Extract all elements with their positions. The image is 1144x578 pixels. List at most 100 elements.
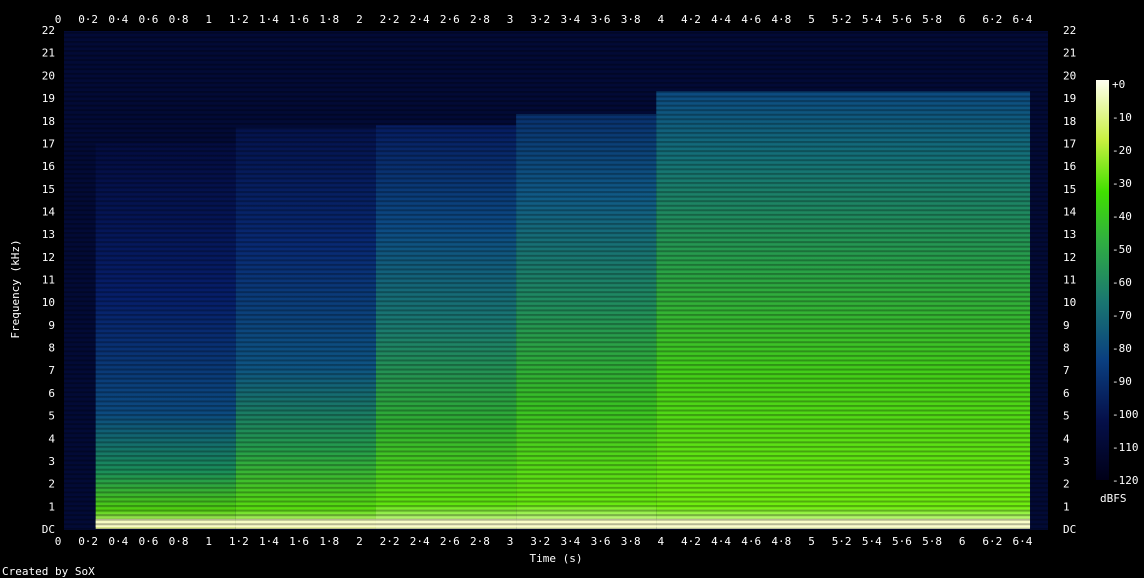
x-tick-bottom: 5·8 [922,535,942,548]
y-tick-left: 6 [48,387,55,400]
x-tick-bottom: 1·4 [259,535,279,548]
y-tick-left: DC [42,523,55,536]
y-tick-right: 13 [1063,228,1076,241]
x-tick-bottom: 0·2 [78,535,98,548]
colorbar-tick: -120 [1112,474,1139,487]
x-tick-bottom: 2·6 [440,535,460,548]
x-tick-bottom: 5 [808,535,815,548]
colorbar [1096,80,1109,480]
x-tick-bottom: 2·2 [380,535,400,548]
x-tick-top: 6·2 [982,13,1002,26]
x-tick-bottom: 0·8 [169,535,189,548]
x-tick-bottom: 6·4 [1013,535,1033,548]
y-tick-right: 20 [1063,69,1076,82]
y-tick-right: 11 [1063,274,1076,287]
x-tick-bottom: 3 [507,535,514,548]
x-tick-bottom: 1·8 [319,535,339,548]
x-tick-top: 5·6 [892,13,912,26]
y-tick-labels-right: DC12345678910111213141516171819202122 [1063,24,1077,536]
x-tick-top: 1·4 [259,13,279,26]
x-tick-top: 5·8 [922,13,942,26]
y-tick-left: 15 [42,183,55,196]
y-tick-left: 17 [42,137,55,150]
x-tick-top: 0·6 [138,13,158,26]
y-tick-left: 4 [48,432,55,445]
x-tick-top: 1·8 [319,13,339,26]
x-tick-top: 4 [657,13,664,26]
x-tick-top: 3·4 [560,13,580,26]
y-tick-right: 1 [1063,500,1070,513]
x-tick-bottom: 2·4 [410,535,430,548]
y-tick-right: 19 [1063,92,1076,105]
x-tick-bottom: 5·2 [832,535,852,548]
x-tick-top: 2·6 [440,13,460,26]
x-tick-labels-top: 0 0·2 0·4 0·6 0·8 1 1·2 1·4 1·6 1·8 2 2·2 2·4 2·6 2·8 3… [55,13,1033,26]
y-tick-left: 2 [48,478,55,491]
x-tick-top: 3·6 [591,13,611,26]
x-tick-bottom: 4·4 [711,535,731,548]
x-tick-top: 2·2 [380,13,400,26]
y-tick-right: 8 [1063,342,1070,355]
x-tick-top: 0·8 [169,13,189,26]
colorbar-tick: -10 [1112,111,1132,124]
x-tick-top: 2·8 [470,13,490,26]
x-tick-bottom: 0 [55,535,62,548]
x-tick-top: 6 [959,13,966,26]
x-tick-top: 4·2 [681,13,701,26]
x-tick-top: 6·4 [1013,13,1033,26]
y-tick-left: 22 [42,24,55,37]
x-tick-bottom: 3·8 [621,535,641,548]
x-tick-top: 1·6 [289,13,309,26]
x-tick-top: 1·2 [229,13,249,26]
x-tick-bottom: 4·6 [741,535,761,548]
colorbar-tick: -40 [1112,210,1132,223]
credit-text: Created by SoX [2,565,95,578]
spectrogram-chart: 0 0·2 0·4 0·6 0·8 1 1·2 1·4 1·6 1·8 2 2·2 2·4 2·6 2·8 3… [2,13,1139,578]
y-tick-left: 12 [42,251,55,264]
colorbar-tick: -80 [1112,342,1132,355]
y-tick-left: 16 [42,160,55,173]
y-tick-left: 18 [42,115,55,128]
y-tick-labels-left: DC12345678910111213141516171819202122 [42,24,56,536]
colorbar-tick: -60 [1112,276,1132,289]
y-tick-left: 7 [48,364,55,377]
x-tick-top: 1 [205,13,212,26]
colorbar-tick: -50 [1112,243,1132,256]
y-tick-left: 10 [42,296,55,309]
y-tick-right: 21 [1063,47,1076,60]
y-tick-left: 21 [42,47,55,60]
x-tick-top: 5·4 [862,13,882,26]
y-tick-right: 4 [1063,432,1070,445]
y-tick-left: 8 [48,342,55,355]
y-tick-right: 14 [1063,205,1077,218]
x-tick-top: 4·4 [711,13,731,26]
y-tick-right: 16 [1063,160,1076,173]
colorbar-tick-labels: +0 -10 -20 -30 -40 -50 -60 -70 -80 -90 -100 -110 -12… [1112,78,1139,487]
x-tick-bottom: 2 [356,535,363,548]
x-tick-top: 0·2 [78,13,98,26]
x-tick-bottom: 1·2 [229,535,249,548]
y-tick-left: 19 [42,92,55,105]
x-tick-labels-bottom: 0 0·2 0·4 0·6 0·8 1 1·2 1·4 1·6 1·8 2 2·2 2·4 2·6 2·8 3… [55,535,1033,548]
x-tick-top: 3 [507,13,514,26]
x-tick-top: 3·8 [621,13,641,26]
y-tick-left: 11 [42,274,55,287]
y-tick-left: 14 [42,205,56,218]
y-tick-left: 3 [48,455,55,468]
x-tick-top: 0·4 [108,13,128,26]
x-tick-bottom: 6·2 [982,535,1002,548]
colorbar-tick: -110 [1112,441,1139,454]
x-tick-top: 2·4 [410,13,430,26]
y-tick-left: 13 [42,228,55,241]
colorbar-tick: -100 [1112,408,1139,421]
x-tick-bottom: 5·6 [892,535,912,548]
colorbar-tick: -20 [1112,144,1132,157]
x-tick-bottom: 4 [657,535,664,548]
x-tick-bottom: 0·4 [108,535,128,548]
colorbar-tick: -30 [1112,177,1132,190]
y-tick-right: 22 [1063,24,1076,37]
y-tick-right: 9 [1063,319,1070,332]
y-tick-left: 5 [48,410,55,423]
harmonic-stripes [64,31,1048,530]
y-tick-right: 3 [1063,455,1070,468]
